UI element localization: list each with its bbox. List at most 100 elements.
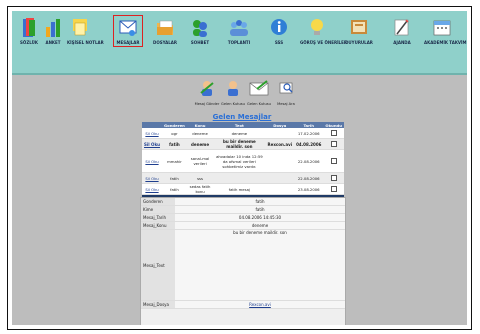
cell-subject: sanal-mal verileri (186, 149, 214, 173)
table-row[interactable]: Sil Oku ogr deneme deneme 17.02.2006 (142, 128, 344, 139)
delete-read-link[interactable]: Sil Oku (142, 172, 162, 184)
main-toolbar: SÖZLÜK ANKET KİŞİSEL NOTLAR MESAJLAR DOS… (12, 11, 467, 75)
cell-sender: fatih (162, 172, 187, 184)
toolbar-item-suggestions[interactable]: GÖRÜŞ VE ÖNERİLER (300, 17, 347, 45)
detail-key: Mesaj_Text (141, 229, 175, 301)
read-checkbox[interactable] (323, 128, 344, 139)
toolbar-label: GÖRÜŞ VE ÖNERİLER (300, 40, 347, 45)
checkbox-icon (330, 157, 337, 164)
toolbar-item-files[interactable]: DOSYALAR (152, 17, 178, 45)
toolbar-label: AKADEMİK TAKVİM (424, 40, 467, 45)
read-checkbox[interactable] (323, 183, 344, 195)
delete-read-link[interactable]: Sil Oku (142, 183, 162, 195)
cell-file (265, 172, 295, 184)
cell-sender: mmahir (162, 149, 187, 173)
toolbar-item-agenda[interactable]: AJANDA (390, 17, 414, 45)
table-row[interactable]: Sil Oku fatih sss 22.08.2006 (142, 172, 344, 184)
cell-date: 22.08.2006 (294, 172, 324, 184)
app-window: SÖZLÜK ANKET KİŞİSEL NOTLAR MESAJLAR DOS… (12, 11, 467, 325)
notes-icon (73, 19, 87, 36)
toolbar-item-meeting[interactable]: TOPLANTI (224, 17, 254, 45)
checkbox-icon (330, 129, 337, 136)
cell-date: 22.08.2006 (294, 149, 324, 173)
message-subnav: Mesaj Gönder Gelen Kutusu Gelen Kutusu M… (194, 79, 304, 115)
meeting-icon (230, 20, 248, 36)
table-row[interactable]: Sil Oku fatih sedas fatih konu fatih mes… (142, 183, 344, 195)
cell-file[interactable]: Rexcon.avi (265, 138, 295, 150)
table-row[interactable]: Sil Oku mmahir sanal-mal verileri ahvada… (142, 149, 344, 173)
cell-date: 23.08.2006 (294, 183, 324, 195)
toolbar-item-faq[interactable]: SSS (267, 17, 291, 45)
detail-key: Mesaj_Tarih (141, 213, 175, 222)
agenda-icon (394, 19, 409, 36)
toolbar-label: TOPLANTI (227, 40, 251, 45)
search-message-link[interactable]: Mesaj Ara (274, 79, 298, 106)
inbox-icon (228, 81, 238, 96)
read-checkbox[interactable] (323, 172, 344, 184)
toolbar-label: MESAJLAR (116, 40, 140, 45)
toolbar-item-announcements[interactable]: DUYURULAR (342, 17, 376, 45)
detail-key: Gonderen (141, 198, 175, 206)
toolbar-label: SOHBET (190, 40, 210, 45)
toolbar-label: KİŞİSEL NOTLAR (67, 40, 104, 45)
toolbar-label: DOSYALAR (153, 40, 177, 45)
subnav-label: Mesaj Ara (277, 102, 295, 106)
cell-text: fatih mesaj (213, 183, 266, 195)
inbox-link-2[interactable]: Gelen Kutusu (246, 79, 272, 106)
detail-key: Mesaj_Konu (141, 221, 175, 230)
detail-value: deneme (175, 221, 345, 230)
subnav-label: Gelen Kutusu (221, 102, 245, 106)
cell-sender: fatih (162, 183, 187, 195)
toolbar-item-poll[interactable]: ANKET (42, 17, 64, 45)
cell-text: bu bir deneme maildir. son (213, 138, 266, 150)
toolbar-item-chat[interactable]: SOHBET (187, 17, 213, 45)
detail-value: fatih (175, 205, 345, 214)
delete-read-link[interactable]: Sil Oku (142, 138, 162, 150)
read-checkbox[interactable] (323, 149, 344, 173)
send-message-link[interactable]: Mesaj Gönder (194, 79, 220, 106)
cell-text: deneme (213, 128, 266, 139)
cell-file (265, 183, 295, 195)
toolbar-label: SÖZLÜK (20, 40, 38, 45)
subnav-label: Gelen Kutusu (247, 102, 271, 106)
toolbar-item-dictionary[interactable]: SÖZLÜK (18, 17, 40, 45)
cell-sender: fatih (162, 138, 187, 150)
cell-subject: sedas fatih konu (186, 183, 214, 195)
table-row[interactable]: Sil Oku fatih deneme bu bir deneme maild… (142, 138, 344, 150)
detail-row: Gonderen fatih (141, 198, 345, 206)
column-header[interactable]: Okundu (323, 122, 344, 128)
column-header[interactable]: Gonderen (162, 122, 187, 128)
detail-value: 04.08.2006 14:45:30 (175, 213, 345, 222)
messages-icon (119, 20, 137, 36)
delete-read-link[interactable]: Sil Oku (142, 149, 162, 173)
cell-date: 17.02.2006 (294, 128, 324, 139)
detail-row: Mesaj_Text bu bir deneme maildir. son (141, 229, 345, 301)
files-icon (157, 20, 173, 35)
table-header: Gonderen Konu Text Dosya Tarih Okundu (142, 122, 344, 128)
detail-key: Mesaj_Dosya (141, 300, 175, 309)
search-icon (279, 82, 293, 94)
detail-file-cell: Rexcon.avi (175, 300, 345, 309)
announcements-icon (351, 20, 367, 34)
attachment-link[interactable]: Rexcon.avi (249, 302, 271, 307)
page-title: Gelen Mesajlar (212, 113, 272, 121)
delete-read-link[interactable]: Sil Oku (142, 128, 162, 139)
detail-value: fatih (175, 198, 345, 206)
calendar-icon (433, 20, 451, 36)
chat-icon (193, 20, 207, 37)
toolbar-item-notes[interactable]: KİŞİSEL NOTLAR (67, 17, 104, 45)
message-detail-table: Gonderen fatih Kime fatih Mesaj_Tarih 04… (141, 198, 345, 309)
cell-sender: ogr (162, 128, 187, 139)
inbox-link[interactable]: Gelen Kutusu (221, 79, 245, 106)
read-checkbox[interactable] (323, 138, 344, 150)
detail-row: Kime fatih (141, 205, 345, 214)
cell-subject: deneme (186, 138, 214, 150)
cell-date: 04.08.2006 (294, 138, 324, 150)
poll-icon (46, 19, 60, 37)
toolbar-label: AJANDA (393, 40, 411, 45)
toolbar-item-calendar[interactable]: AKADEMİK TAKVİM (424, 17, 467, 45)
cell-text (213, 172, 266, 184)
cell-file (265, 128, 295, 139)
toolbar-item-messages[interactable]: MESAJLAR (113, 15, 143, 47)
messages-table: Gonderen Konu Text Dosya Tarih Okundu Si… (142, 122, 344, 204)
